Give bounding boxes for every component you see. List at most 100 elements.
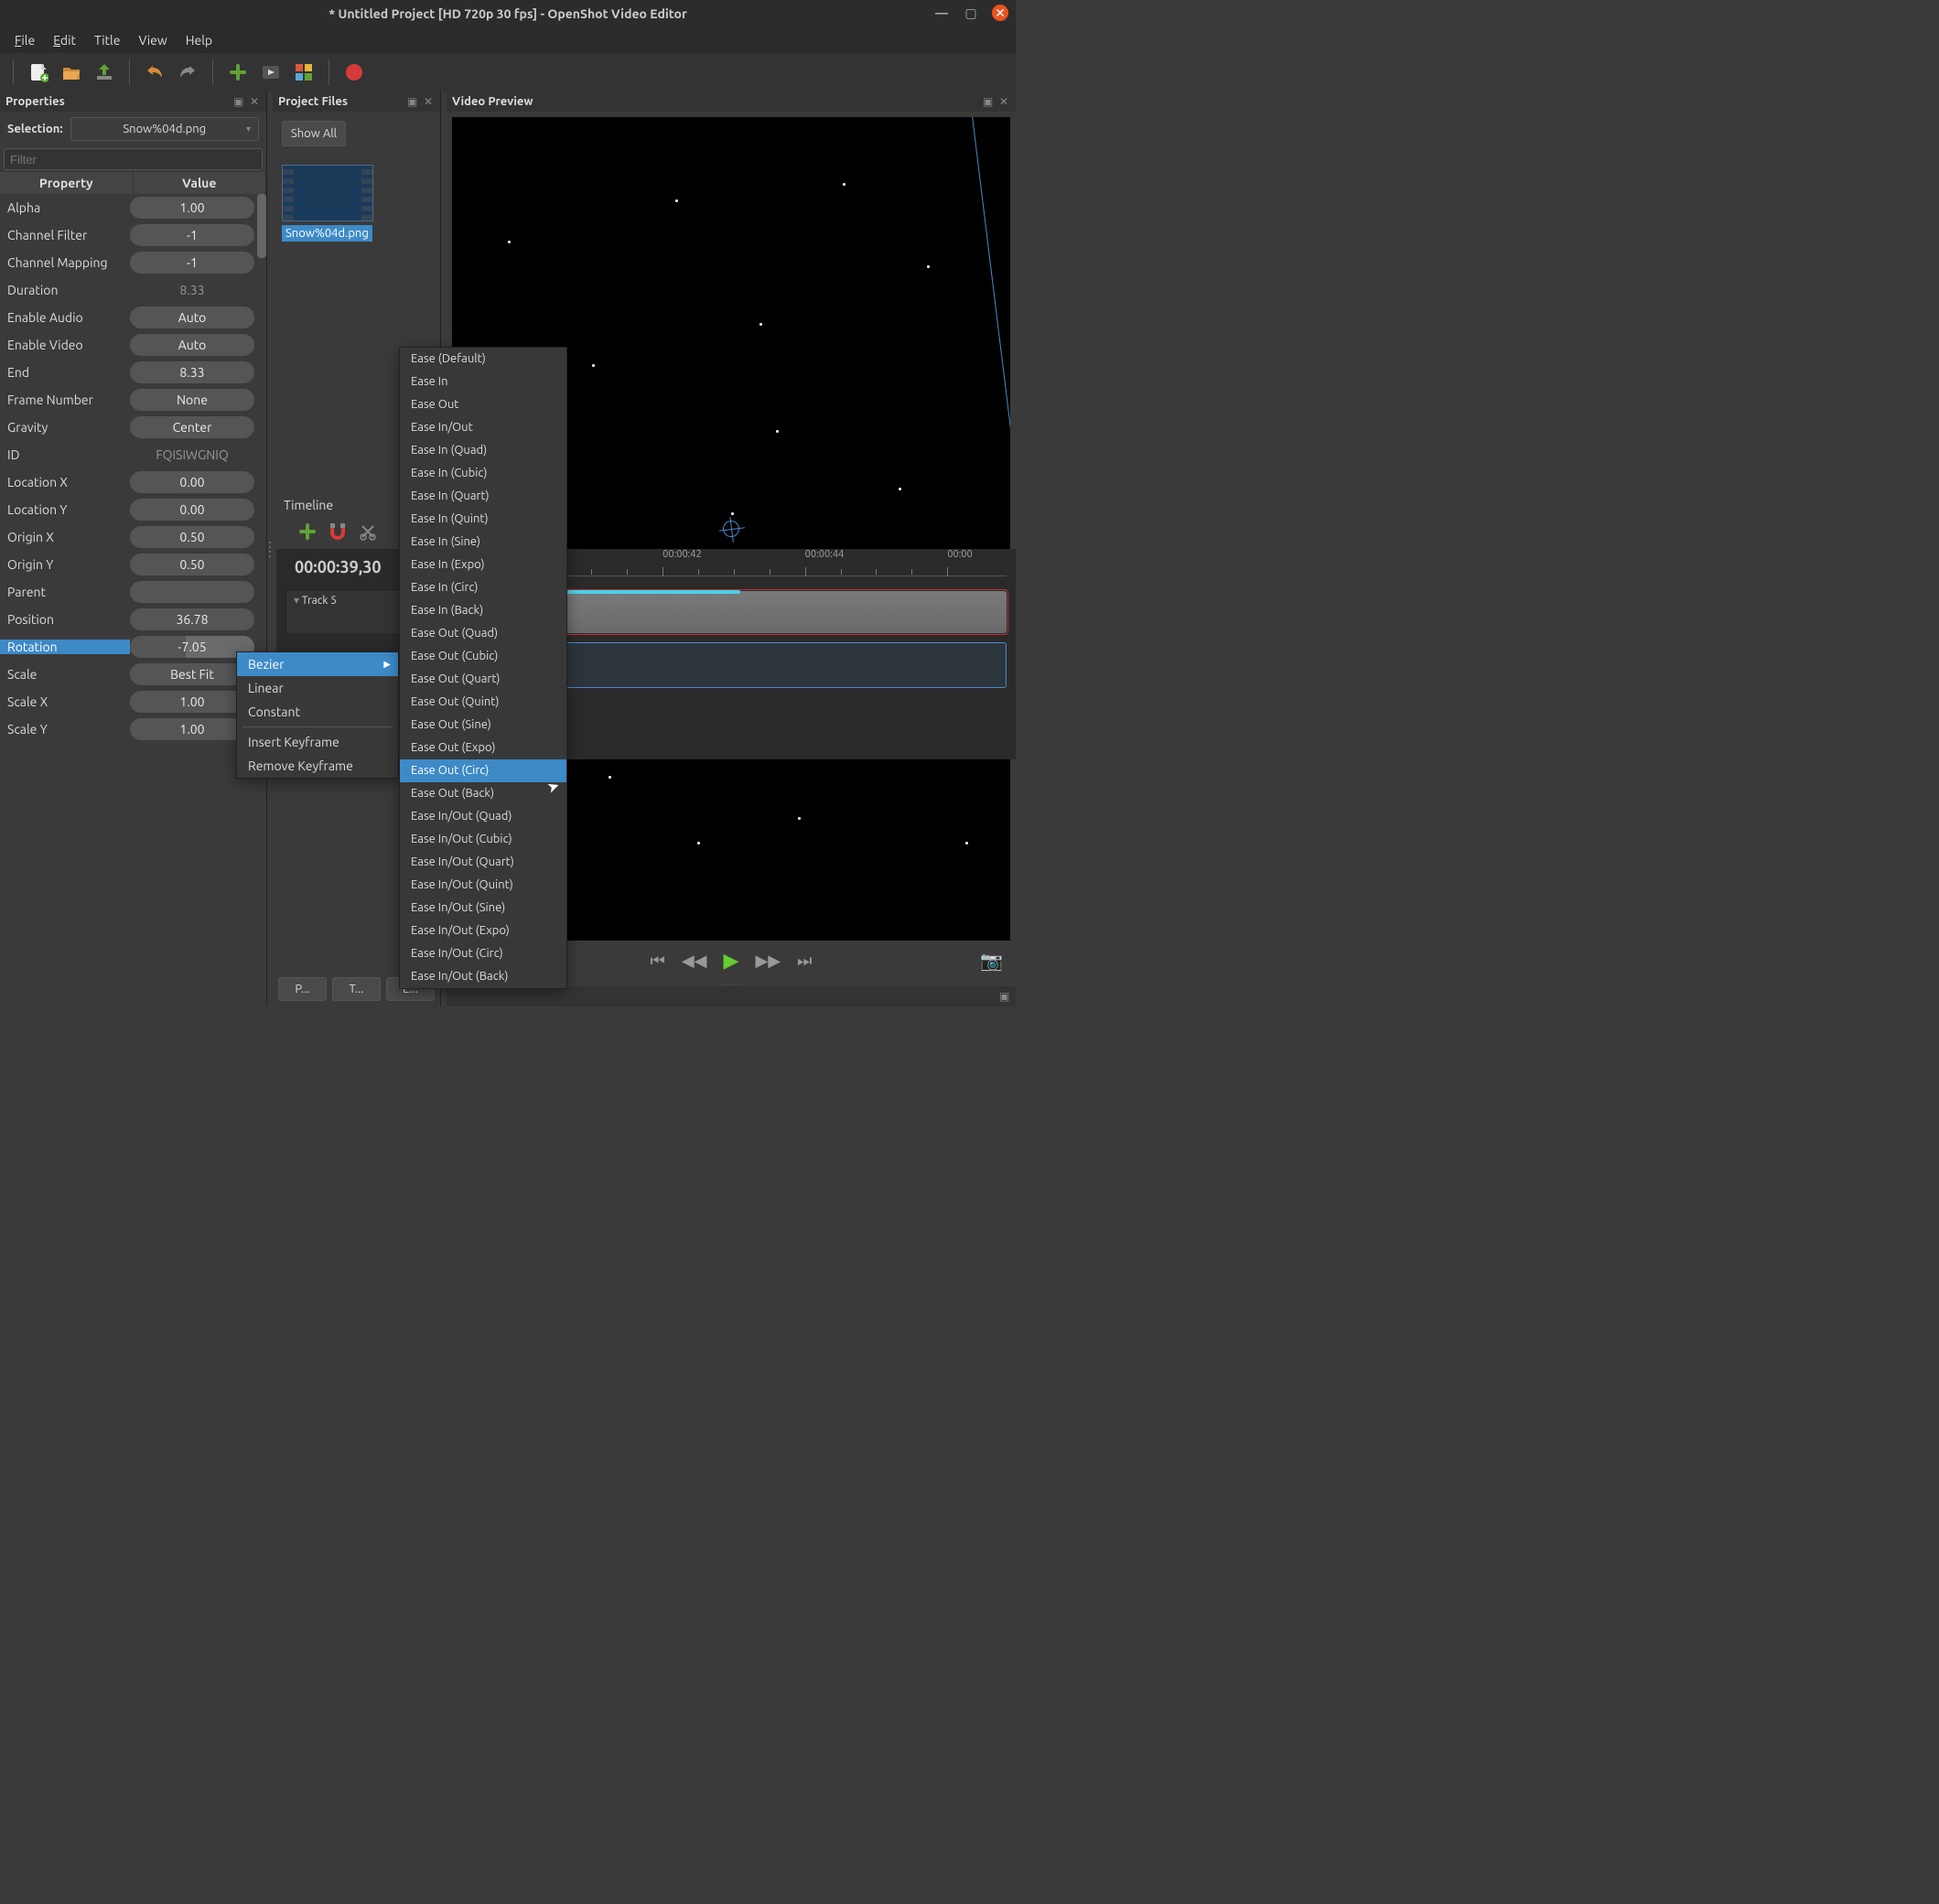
close-button[interactable]: ✕ xyxy=(992,5,1008,21)
menu-item[interactable]: Ease In (Expo) xyxy=(400,554,566,576)
dock-icon[interactable]: ▣ xyxy=(407,95,420,108)
menu-view[interactable]: View xyxy=(129,29,176,51)
menu-item[interactable]: Ease Out (Sine) xyxy=(400,714,566,737)
show-all-button[interactable]: Show All xyxy=(282,121,346,146)
property-row[interactable]: Rotation-7.05 xyxy=(0,633,266,661)
menu-item[interactable]: Ease Out (Back) xyxy=(400,782,566,805)
menu-item[interactable]: Ease In/Out (Quart) xyxy=(400,851,566,874)
property-row[interactable]: Origin Y0.50 xyxy=(0,551,266,578)
property-value[interactable] xyxy=(130,581,254,603)
property-row[interactable]: Channel Filter-1 xyxy=(0,221,266,249)
dock-icon[interactable]: ▣ xyxy=(233,95,246,108)
property-row[interactable]: Frame NumberNone xyxy=(0,386,266,414)
property-value[interactable]: 36.78 xyxy=(130,608,254,630)
track-header[interactable]: ▾ Track 5 xyxy=(285,589,404,635)
property-value[interactable]: Auto xyxy=(130,307,254,328)
property-row[interactable]: Scale X1.00 xyxy=(0,688,266,715)
property-value[interactable]: FQISIWGNIQ xyxy=(130,444,254,466)
menu-item[interactable]: Ease Out (Quart) xyxy=(400,668,566,691)
maximize-button[interactable]: ▢ xyxy=(963,5,979,21)
property-value[interactable]: None xyxy=(130,389,254,411)
property-row[interactable]: GravityCenter xyxy=(0,414,266,441)
import-icon[interactable] xyxy=(226,60,250,84)
menu-item[interactable]: Ease In/Out (Circ) xyxy=(400,942,566,965)
menu-item[interactable]: Ease In (Circ) xyxy=(400,576,566,599)
property-row[interactable]: Duration8.33 xyxy=(0,276,266,304)
file-label[interactable]: Snow%04d.png xyxy=(282,225,372,242)
menu-item[interactable]: Ease In/Out xyxy=(400,416,566,439)
property-value[interactable]: Auto xyxy=(130,334,254,356)
export-icon[interactable] xyxy=(342,60,366,84)
menu-item[interactable]: Ease In/Out (Quad) xyxy=(400,805,566,828)
undo-icon[interactable] xyxy=(143,60,167,84)
menu-item[interactable]: Ease In (Quint) xyxy=(400,508,566,531)
property-row[interactable]: IDFQISIWGNIQ xyxy=(0,441,266,468)
menu-item[interactable]: Ease In/Out (Quint) xyxy=(400,874,566,897)
menu-item[interactable]: Ease In/Out (Sine) xyxy=(400,897,566,920)
menu-help[interactable]: Help xyxy=(177,29,221,51)
menu-file[interactable]: File xyxy=(5,29,44,51)
open-project-icon[interactable] xyxy=(59,60,83,84)
menu-item[interactable]: Linear xyxy=(237,676,398,700)
property-value[interactable]: 8.33 xyxy=(130,361,254,383)
razor-icon[interactable] xyxy=(359,522,377,543)
property-value[interactable]: -1 xyxy=(130,224,254,246)
property-value[interactable]: 0.50 xyxy=(130,554,254,576)
menu-item[interactable]: Ease In/Out (Expo) xyxy=(400,920,566,942)
property-row[interactable]: Origin X0.50 xyxy=(0,523,266,551)
menu-edit[interactable]: Edit xyxy=(44,29,85,51)
menu-item[interactable]: Ease In (Sine) xyxy=(400,531,566,554)
menu-item[interactable]: Remove Keyframe xyxy=(237,754,398,778)
save-project-icon[interactable] xyxy=(92,60,116,84)
menu-item[interactable]: Ease Out (Expo) xyxy=(400,737,566,759)
property-row[interactable]: Enable AudioAuto xyxy=(0,304,266,331)
filter-input[interactable] xyxy=(4,148,263,170)
menu-item[interactable]: Ease In/Out (Back) xyxy=(400,965,566,988)
menu-item[interactable]: Constant xyxy=(237,700,398,724)
snap-icon[interactable] xyxy=(328,522,348,544)
property-value[interactable]: Center xyxy=(130,416,254,438)
property-row[interactable]: Alpha1.00 xyxy=(0,194,266,221)
dock-icon[interactable]: ▣ xyxy=(983,95,996,108)
menu-item[interactable]: Ease (Default) xyxy=(400,348,566,371)
property-row[interactable]: End8.33 xyxy=(0,359,266,386)
profile-icon[interactable] xyxy=(259,60,283,84)
property-row[interactable]: Location Y0.00 xyxy=(0,496,266,523)
property-row[interactable]: Parent xyxy=(0,578,266,606)
add-track-icon[interactable] xyxy=(298,522,317,543)
menu-item[interactable]: Ease In/Out (Cubic) xyxy=(400,828,566,851)
menu-item[interactable]: Ease In (Cubic) xyxy=(400,462,566,485)
selection-dropdown[interactable]: Snow%04d.png xyxy=(70,117,259,141)
property-value[interactable]: 0.00 xyxy=(130,471,254,493)
menu-title[interactable]: Title xyxy=(85,29,129,51)
menu-item[interactable]: Insert Keyframe xyxy=(237,730,398,754)
menu-item[interactable]: Ease In xyxy=(400,371,566,393)
minimize-button[interactable]: — xyxy=(933,5,950,21)
menu-item[interactable]: Ease Out (Cubic) xyxy=(400,645,566,668)
fullscreen-icon[interactable] xyxy=(292,60,316,84)
menu-item[interactable]: Ease In (Quad) xyxy=(400,439,566,462)
redo-icon[interactable] xyxy=(176,60,199,84)
properties-scrollbar[interactable] xyxy=(257,194,266,258)
menu-item[interactable]: Ease Out (Quint) xyxy=(400,691,566,714)
property-value[interactable]: 8.33 xyxy=(130,279,254,301)
close-panel-icon[interactable]: ✕ xyxy=(999,95,1012,108)
property-value[interactable]: 0.00 xyxy=(130,499,254,521)
menu-item[interactable]: Ease Out xyxy=(400,393,566,416)
property-row[interactable]: Scale Y1.00 xyxy=(0,715,266,743)
property-value[interactable]: 1.00 xyxy=(130,197,254,219)
property-row[interactable]: Channel Mapping-1 xyxy=(0,249,266,276)
menu-item[interactable]: Ease Out (Circ) xyxy=(400,759,566,782)
file-thumbnail[interactable] xyxy=(282,165,373,221)
property-row[interactable]: Location X0.00 xyxy=(0,468,266,496)
close-panel-icon[interactable]: ✕ xyxy=(424,95,436,108)
menu-item[interactable]: Ease In (Quart) xyxy=(400,485,566,508)
menu-item[interactable]: Bezier▶ xyxy=(237,652,398,676)
menu-item[interactable]: Ease In (Back) xyxy=(400,599,566,622)
close-panel-icon[interactable]: ✕ xyxy=(250,95,263,108)
property-row[interactable]: ScaleBest Fit xyxy=(0,661,266,688)
property-value[interactable]: -1 xyxy=(130,252,254,274)
property-value[interactable]: 0.50 xyxy=(130,526,254,548)
property-row[interactable]: Position36.78 xyxy=(0,606,266,633)
menu-item[interactable]: Ease Out (Quad) xyxy=(400,622,566,645)
